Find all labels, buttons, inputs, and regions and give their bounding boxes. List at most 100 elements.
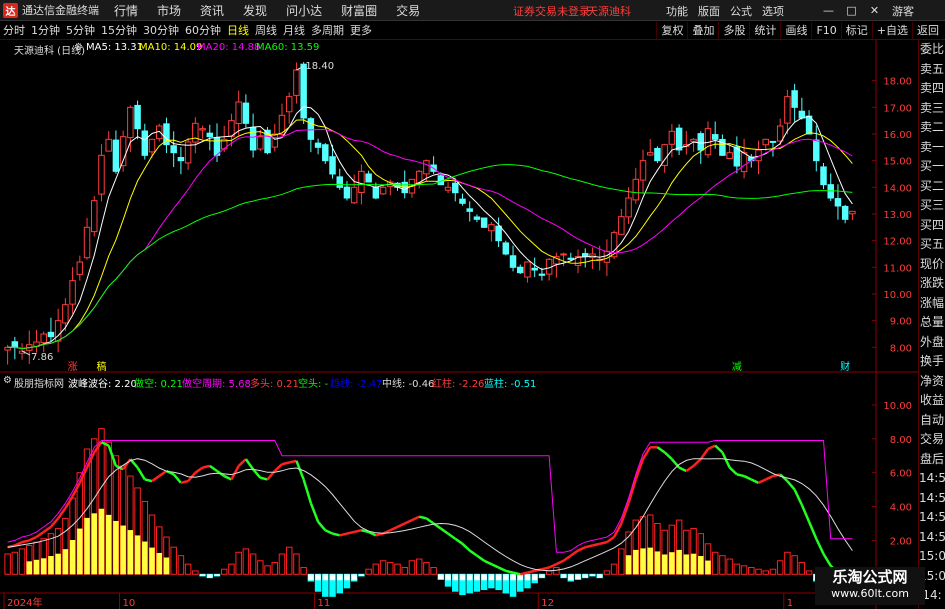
menu-item-hangqing[interactable]: 行情	[114, 2, 138, 19]
peak-valley-line	[440, 527, 449, 535]
tab-60min[interactable]: 60分钟	[182, 22, 224, 38]
side-change-pct[interactable]: 涨幅	[919, 294, 945, 314]
draw-line-button[interactable]: 画线	[780, 22, 811, 39]
tab-monthly[interactable]: 月线	[280, 22, 308, 38]
fuquan-button[interactable]: 复权	[656, 22, 687, 39]
maximize-button[interactable]: □	[843, 2, 860, 19]
tab-weekly[interactable]: 周线	[252, 22, 280, 38]
tab-more[interactable]: 更多	[347, 22, 375, 38]
menu-item-faxian[interactable]: 发现	[243, 2, 267, 19]
candle-down	[206, 132, 214, 138]
close-button[interactable]: ✕	[866, 2, 883, 19]
candle-up	[148, 138, 156, 153]
menu-item-zixun[interactable]: 资讯	[200, 2, 224, 19]
toolbar: 分时 1分钟 5分钟 15分钟 30分钟 60分钟 日线 周线 月线 多周期 更…	[0, 21, 945, 40]
login-notice[interactable]: 证券交易未登录	[513, 3, 590, 19]
settings-gear-icon[interactable]: ⚙	[74, 42, 83, 53]
side-sell2[interactable]: 卖二	[919, 118, 945, 138]
peak-valley-line	[656, 446, 666, 454]
f10-button[interactable]: F10	[811, 22, 840, 39]
tab-5min[interactable]: 5分钟	[63, 22, 98, 38]
menu-item-jiaoyi[interactable]: 交易	[396, 2, 420, 19]
peak-valley-line	[786, 480, 796, 491]
menu-item-gongneng[interactable]: 功能	[666, 3, 688, 19]
menu-item-caifuquan[interactable]: 财富圈	[341, 2, 377, 19]
side-time-4: 14:57	[919, 529, 945, 544]
candle-down	[365, 173, 372, 183]
menu-item-wenxiaoda[interactable]: 问小达	[286, 2, 322, 19]
side-sell1[interactable]: 卖一	[919, 138, 945, 158]
peak-valley-line	[281, 461, 290, 466]
side-after-hours[interactable]: 盘后	[919, 450, 945, 470]
candle-down	[480, 217, 488, 228]
white-bar	[214, 574, 220, 576]
red-bar	[372, 563, 380, 575]
white-bar	[575, 574, 581, 580]
side-buy5[interactable]: 买五	[919, 235, 945, 255]
overlay-button[interactable]: 叠加	[687, 22, 718, 39]
candle-up	[762, 138, 769, 146]
side-earnings[interactable]: 收益	[919, 391, 945, 411]
peak-valley-line	[324, 529, 334, 535]
side-buy1[interactable]: 买一	[919, 157, 945, 177]
multi-stock-button[interactable]: 多股	[718, 22, 749, 39]
minimize-button[interactable]: —	[820, 2, 837, 19]
guest-login[interactable]: 游客	[892, 3, 914, 19]
ind-readout-quxian: 趋线: -2.47	[330, 379, 383, 390]
indicator-settings-icon[interactable]: ⚙	[3, 375, 12, 386]
candle-down	[769, 140, 777, 143]
candle-down	[170, 145, 177, 154]
side-buy2[interactable]: 买二	[919, 177, 945, 197]
side-sell5[interactable]: 卖五	[919, 60, 945, 80]
menu-item-shichang[interactable]: 市场	[157, 2, 181, 19]
kline-chart[interactable]: 8.009.0010.0011.0012.0013.0014.0015.0016…	[0, 40, 918, 609]
yellow-bar	[98, 508, 105, 575]
tab-fenshi[interactable]: 分时	[0, 22, 28, 38]
peak-valley-line	[411, 515, 420, 522]
mark-button[interactable]: 标记	[840, 22, 872, 39]
menu-item-banmian[interactable]: 版面	[698, 3, 720, 19]
yellow-bar	[156, 552, 162, 575]
candle-up	[444, 186, 452, 191]
side-outer[interactable]: 外盘	[919, 333, 945, 353]
yellow-bar	[654, 551, 661, 575]
side-volume[interactable]: 总量	[919, 313, 945, 333]
peak-valley-line	[418, 515, 427, 520]
side-change[interactable]: 涨跌	[919, 274, 945, 294]
red-bar	[791, 555, 798, 575]
yellow-bar	[705, 560, 711, 575]
tab-15min[interactable]: 15分钟	[98, 22, 140, 38]
side-sell3[interactable]: 卖三	[919, 99, 945, 119]
side-buy4[interactable]: 买四	[919, 216, 945, 236]
tab-1min[interactable]: 1分钟	[28, 22, 63, 38]
tab-multi-period[interactable]: 多周期	[308, 22, 347, 38]
statistics-button[interactable]: 统计	[749, 22, 780, 39]
side-sell4[interactable]: 卖四	[919, 79, 945, 99]
ma60-readout: MA60: 13.59	[256, 42, 320, 53]
white-bar	[207, 574, 213, 578]
side-net-assets[interactable]: 净资	[919, 372, 945, 392]
red-bar	[769, 568, 777, 575]
menu-item-gongshi[interactable]: 公式	[730, 3, 752, 19]
period-tabs: 分时 1分钟 5分钟 15分钟 30分钟 60分钟 日线 周线 月线 多周期 更…	[0, 22, 375, 38]
white-bar	[568, 574, 574, 581]
side-weibi[interactable]: 委比	[919, 40, 945, 60]
menu-item-xuanxiang[interactable]: 选项	[762, 3, 784, 19]
candle-down	[711, 134, 719, 140]
side-trade[interactable]: 交易	[919, 430, 945, 450]
tab-30min[interactable]: 30分钟	[140, 22, 182, 38]
price-tick-label: 18.00	[883, 77, 912, 88]
side-buy3[interactable]: 买三	[919, 196, 945, 216]
back-button[interactable]: 返回	[912, 22, 943, 39]
candle-down	[322, 144, 329, 162]
side-price[interactable]: 现价	[919, 255, 945, 275]
side-turnover[interactable]: 换手	[919, 352, 945, 372]
peak-valley-line	[21, 539, 30, 544]
date-tick-label: 11	[317, 598, 330, 609]
white-bar	[344, 574, 350, 581]
red-bar	[387, 561, 394, 575]
add-watchlist-button[interactable]: +自选	[871, 22, 912, 39]
tab-daily[interactable]: 日线	[224, 22, 252, 38]
ma20-line	[7, 129, 853, 350]
side-auto[interactable]: 自动	[919, 411, 945, 431]
